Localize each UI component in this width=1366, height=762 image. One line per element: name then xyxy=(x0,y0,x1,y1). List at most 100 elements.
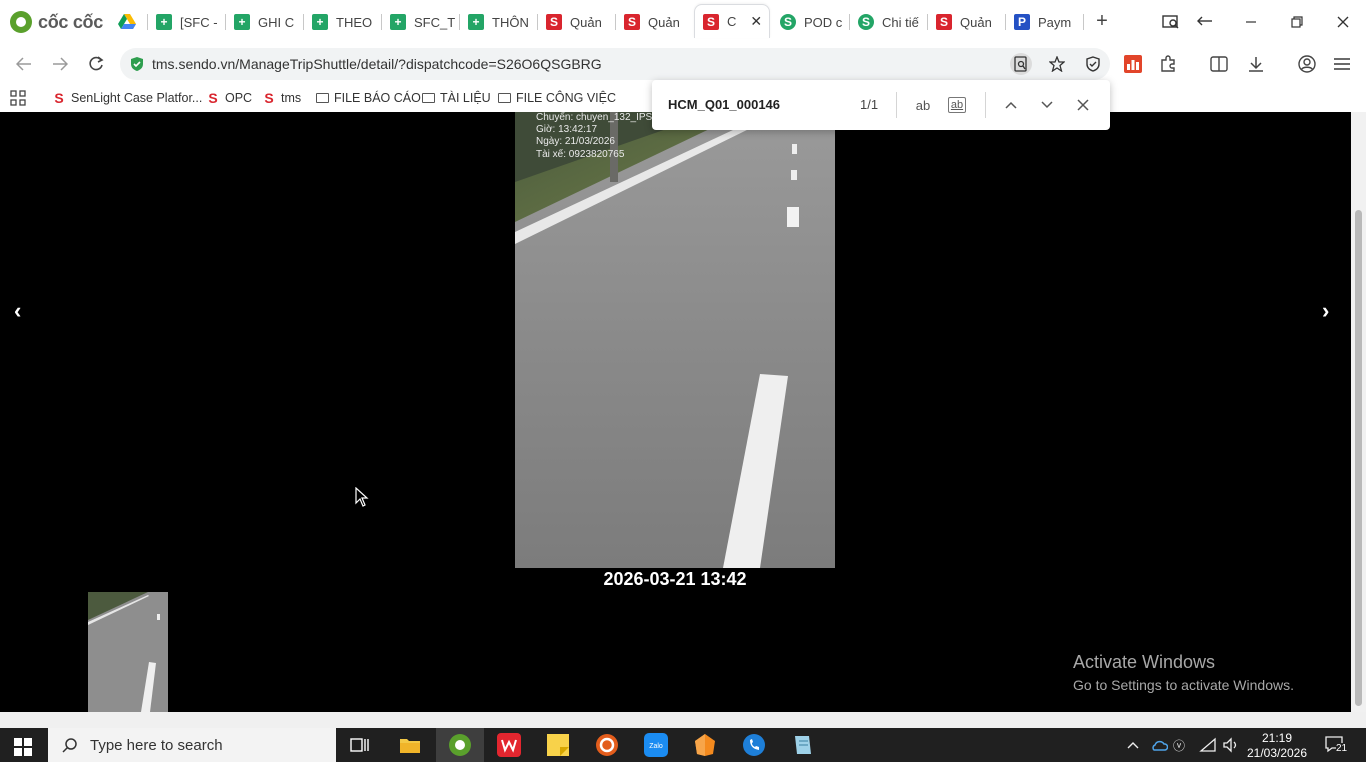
coccoc-taskbar-button[interactable] xyxy=(436,728,484,762)
coccoc-logo[interactable]: cốc cốc xyxy=(10,10,103,34)
tab-sheets-1[interactable]: + [SFC - xyxy=(156,6,226,38)
vlc-like-app-button[interactable] xyxy=(692,732,718,758)
secure-lock-icon xyxy=(131,57,143,71)
find-next-button[interactable] xyxy=(1036,94,1058,116)
tab-sendo-2[interactable]: S Quản xyxy=(624,6,694,38)
bookmark-opc[interactable]: S OPC xyxy=(206,88,252,108)
next-image-button[interactable]: › xyxy=(1322,298,1329,324)
sheets-icon: + xyxy=(312,14,328,30)
tab-sheets-3[interactable]: + THEO xyxy=(312,6,382,38)
extension-chart-button[interactable] xyxy=(1122,53,1144,75)
coccoc-icon xyxy=(449,734,471,756)
new-tab-button[interactable]: + xyxy=(1092,11,1112,31)
overlay-date-line: Ngày: 21/03/2026 xyxy=(536,136,615,147)
tab-google-drive[interactable] xyxy=(118,6,148,38)
downloads-button[interactable] xyxy=(1245,53,1267,75)
taskbar-search[interactable]: Type here to search xyxy=(48,728,336,762)
close-window-button[interactable] xyxy=(1331,10,1355,34)
profile-button[interactable] xyxy=(1296,53,1318,75)
sticky-notes-button[interactable] xyxy=(545,732,571,758)
restore-icon xyxy=(1291,16,1303,28)
page-search-button[interactable] xyxy=(1010,53,1032,75)
menu-button[interactable] xyxy=(1331,53,1353,75)
volume-tray[interactable] xyxy=(1222,737,1240,756)
photo-thumbnail[interactable] xyxy=(88,592,168,712)
shield-button[interactable] xyxy=(1082,53,1104,75)
clock-date: 21/03/2026 xyxy=(1246,746,1308,760)
tab-sendo-1[interactable]: S Quản xyxy=(546,6,616,38)
tab-label: SFC_T xyxy=(414,14,456,30)
wps-button[interactable] xyxy=(496,732,522,758)
tab-active-sendo[interactable]: S C ✕ xyxy=(694,4,770,38)
tab-search-button[interactable] xyxy=(1159,10,1183,34)
find-previous-button[interactable] xyxy=(1000,94,1022,116)
notification-center-button[interactable]: 21 xyxy=(1324,735,1348,756)
scrollbar-thumb[interactable] xyxy=(1355,210,1362,706)
apps-button[interactable] xyxy=(10,88,26,108)
tab-sendo-3[interactable]: S Quản xyxy=(936,6,1006,38)
tab-sheets-2[interactable]: + GHI C xyxy=(234,6,304,38)
bookmark-tms[interactable]: S tms xyxy=(262,88,301,108)
tab-payment[interactable]: P Paym xyxy=(1014,6,1084,38)
match-case-button[interactable]: ab xyxy=(912,94,934,116)
folder-icon xyxy=(497,91,511,105)
prev-image-button[interactable]: ‹ xyxy=(14,298,21,324)
extensions-button[interactable] xyxy=(1157,53,1179,75)
watermark-title: Activate Windows xyxy=(1073,652,1216,672)
phone-app-button[interactable] xyxy=(741,732,767,758)
network-tray[interactable] xyxy=(1199,737,1217,756)
restore-button[interactable] xyxy=(1285,10,1309,34)
notepad-button[interactable] xyxy=(790,732,816,758)
find-input[interactable]: HCM_Q01_000146 xyxy=(668,97,780,112)
green-circle-icon: S xyxy=(780,14,796,30)
bookmark-folder-bao-cao[interactable]: FILE BÁO CÁO xyxy=(315,88,421,108)
tab-label: THEO xyxy=(336,14,373,30)
tab-sheets-4[interactable]: + SFC_T xyxy=(390,6,460,38)
input-method-icon: ⓥ xyxy=(1173,739,1185,753)
find-close-button[interactable] xyxy=(1072,94,1094,116)
whole-word-button[interactable]: ab xyxy=(948,97,966,113)
bookmark-label: OPC xyxy=(225,91,253,105)
bookmark-senlight[interactable]: S SenLight Case Platfor... xyxy=(52,88,202,108)
forward-button[interactable] xyxy=(48,52,72,76)
ultraviewer-button[interactable] xyxy=(594,732,620,758)
start-button[interactable] xyxy=(14,738,32,756)
sheets-icon: + xyxy=(234,14,250,30)
back-history-button[interactable] xyxy=(1193,10,1217,34)
tab-label: Paym xyxy=(1038,14,1072,30)
close-tab-icon[interactable]: ✕ xyxy=(750,13,762,30)
minimize-icon xyxy=(1246,21,1256,23)
input-method-tray[interactable]: ⓥ xyxy=(1173,737,1191,756)
tab-label: GHI C xyxy=(258,14,295,30)
road-photo: Chuyến: chuyen_132_IPS Giờ: 13:42:17 Ngà… xyxy=(515,112,835,568)
document-search-icon xyxy=(1014,56,1027,72)
vertical-scrollbar[interactable] xyxy=(1351,112,1366,712)
reload-button[interactable] xyxy=(84,52,108,76)
tab-pod[interactable]: S POD c xyxy=(780,6,850,38)
sendo-icon: S xyxy=(624,14,640,30)
orange-app-icon xyxy=(695,734,715,756)
tab-chi-tiet[interactable]: S Chi tiế xyxy=(858,6,928,38)
address-bar[interactable]: tms.sendo.vn/ManageTripShuttle/detail/?d… xyxy=(120,48,1110,80)
minimize-button[interactable] xyxy=(1239,10,1263,34)
system-clock[interactable]: 21:19 21/03/2026 xyxy=(1246,731,1308,761)
bookmark-folder-tai-lieu[interactable]: TÀI LIỆU xyxy=(421,88,491,108)
reload-icon xyxy=(89,56,104,71)
bookmark-star-button[interactable] xyxy=(1046,53,1068,75)
main-photo[interactable]: Chuyến: chuyen_132_IPS Giờ: 13:42:17 Ngà… xyxy=(515,112,835,568)
task-view-button[interactable] xyxy=(347,732,373,758)
bookmark-folder-cong-viec[interactable]: FILE CÔNG VIỆC xyxy=(497,88,616,108)
show-hidden-icons-button[interactable] xyxy=(1127,737,1139,752)
url-text[interactable]: tms.sendo.vn/ManageTripShuttle/detail/?d… xyxy=(152,56,602,72)
close-icon xyxy=(1077,99,1089,111)
onedrive-tray[interactable] xyxy=(1150,737,1169,756)
tab-sheets-5[interactable]: + THÔN xyxy=(468,6,538,38)
zalo-button[interactable]: Zalo xyxy=(643,732,669,758)
paypal-icon: P xyxy=(1014,14,1030,30)
tab-label: Quản xyxy=(570,14,602,30)
file-explorer-button[interactable] xyxy=(397,732,423,758)
sendo-icon: S xyxy=(54,90,64,106)
split-view-button[interactable] xyxy=(1208,53,1230,75)
back-button[interactable] xyxy=(12,52,36,76)
whole-word-label: ab xyxy=(950,99,964,111)
